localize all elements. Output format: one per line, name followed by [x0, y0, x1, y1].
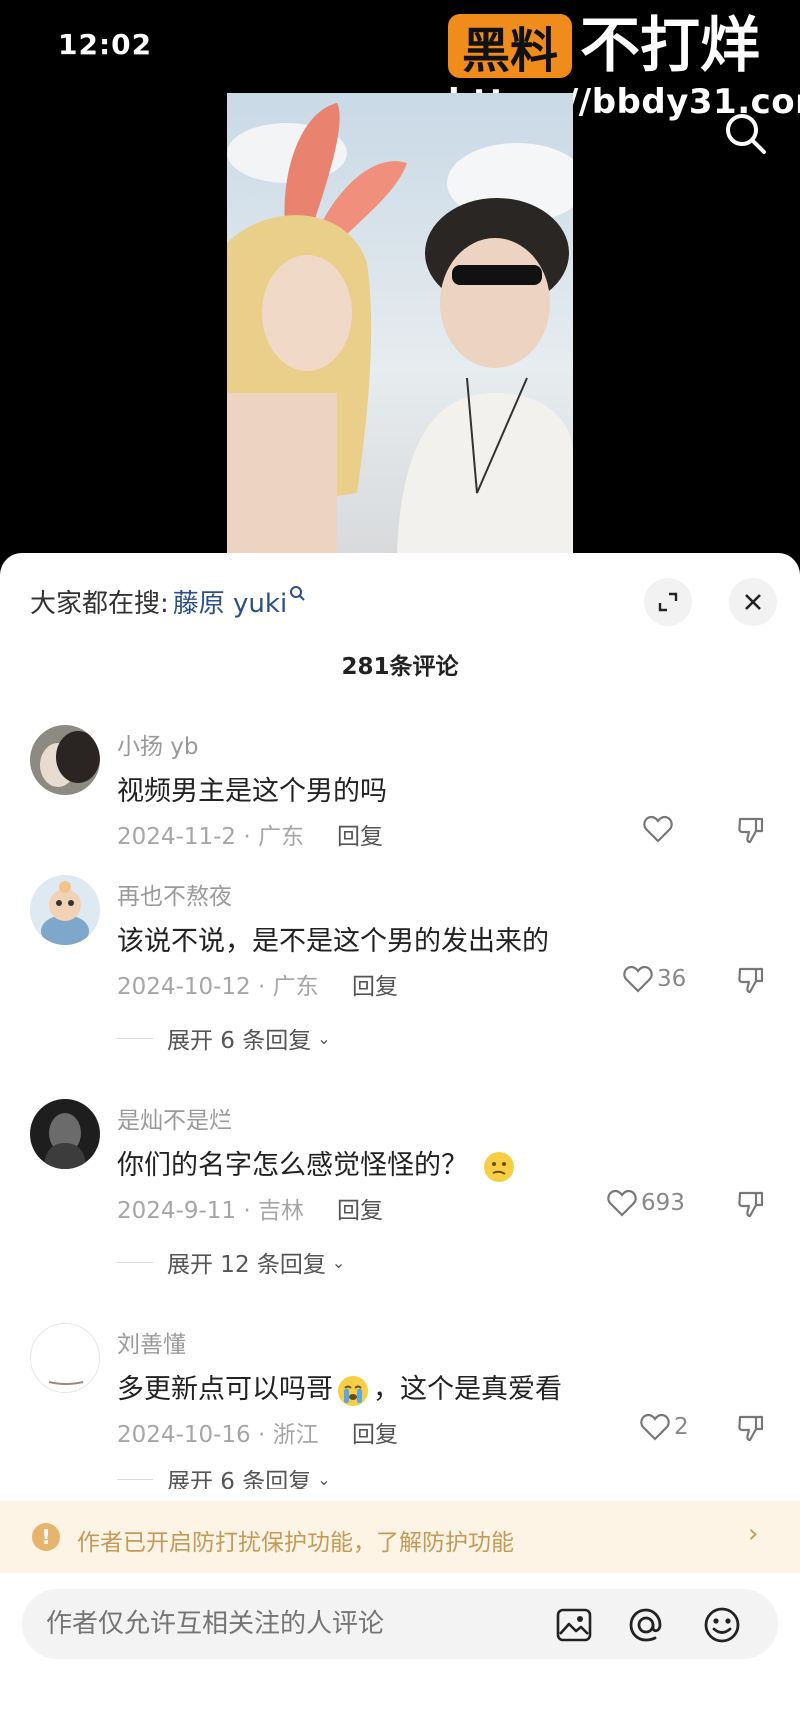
- notice-text: 作者已开启防打扰保护功能，了解防护功能: [77, 1530, 514, 1556]
- chevron-down-icon: ⌄: [317, 1028, 331, 1048]
- hot-search[interactable]: 大家都在搜: 藤原 yuki: [30, 583, 305, 620]
- expand-replies-button[interactable]: 展开 6 条回复 ⌄: [117, 1021, 331, 1055]
- info-icon: !: [32, 1523, 60, 1551]
- divider-line: [117, 1037, 153, 1039]
- reply-button[interactable]: 回复: [337, 817, 383, 851]
- expand-replies-label: 展开 12 条回复: [167, 1252, 326, 1278]
- avatar[interactable]: [30, 1099, 100, 1169]
- mention-icon[interactable]: [624, 1603, 668, 1647]
- comment-composer[interactable]: [22, 1589, 778, 1659]
- reply-button[interactable]: 回复: [337, 1191, 383, 1225]
- search-small-icon: [289, 582, 305, 606]
- search-icon[interactable]: [722, 110, 770, 158]
- like-count: 36: [657, 966, 687, 992]
- expand-replies-label: 展开 6 条回复: [167, 1469, 312, 1489]
- comment-meta: 2024-10-12 · 广东: [117, 974, 319, 1000]
- comment-username[interactable]: 是灿不是烂: [117, 1101, 232, 1135]
- comment-text: 该说不说，是不是这个男的发出来的: [117, 926, 549, 957]
- like-button[interactable]: 2: [640, 1413, 689, 1441]
- heart-icon: [640, 1413, 670, 1441]
- comment-count: 281条评论: [341, 654, 459, 680]
- confused-emoji-icon: [483, 1151, 515, 1183]
- like-count: 2: [674, 1414, 689, 1440]
- chevron-down-icon: ⌄: [317, 1469, 331, 1489]
- avatar[interactable]: [30, 1323, 100, 1393]
- thumbs-down-icon: [738, 1191, 764, 1218]
- close-button[interactable]: [729, 578, 777, 626]
- watermark-badge: 黑料: [448, 14, 572, 79]
- heart-icon: [607, 1189, 637, 1217]
- hot-search-term[interactable]: 藤原 yuki: [173, 583, 287, 620]
- expand-replies-button[interactable]: 展开 12 条回复 ⌄: [117, 1245, 345, 1279]
- watermark-title: 不打烊: [580, 11, 760, 81]
- heart-icon: [623, 965, 653, 993]
- protection-notice[interactable]: ! 作者已开启防打扰保护功能，了解防护功能 ›: [0, 1501, 800, 1573]
- avatar[interactable]: [30, 875, 100, 945]
- expand-replies-label: 展开 6 条回复: [167, 1028, 312, 1054]
- emoji-icon[interactable]: [700, 1603, 744, 1647]
- comment-text-body: 你们的名字怎么感觉怪怪的？: [117, 1150, 468, 1181]
- dislike-button[interactable]: [736, 1189, 766, 1223]
- like-button[interactable]: 693: [607, 1189, 685, 1217]
- comment-username[interactable]: 再也不熬夜: [117, 877, 232, 911]
- comments-sheet: 大家都在搜: 藤原 yuki 281条评论 小扬 yb 视频男主是这个男的吗 2…: [0, 553, 800, 1733]
- thumbs-down-icon: [738, 967, 764, 994]
- comment-text: 你们的名字怎么感觉怪怪的？: [117, 1143, 515, 1183]
- comment-text: 视频男主是这个男的吗: [117, 776, 387, 807]
- divider-line: [117, 1261, 153, 1263]
- like-button[interactable]: 36: [623, 965, 686, 993]
- status-time: 12:02: [58, 28, 153, 61]
- comment-meta: 2024-10-16 · 浙江: [117, 1422, 319, 1448]
- expand-sheet-button[interactable]: [644, 578, 692, 626]
- thumbs-down-icon: [738, 1415, 764, 1442]
- like-button[interactable]: [643, 815, 677, 843]
- expand-replies-button[interactable]: 展开 6 条回复 ⌄: [117, 1469, 331, 1489]
- expand-icon: [658, 592, 678, 612]
- divider-line: [117, 1478, 153, 1480]
- comment-text-part: 多更新点可以吗哥: [117, 1374, 333, 1405]
- chevron-down-icon: ⌄: [331, 1252, 346, 1272]
- thumbs-down-icon: [738, 817, 764, 844]
- avatar[interactable]: [30, 725, 100, 795]
- chevron-right-icon: ›: [748, 1519, 759, 1549]
- hot-search-prefix: 大家都在搜:: [30, 589, 169, 619]
- comment-text: 多更新点可以吗哥 ，这个是真爱看: [117, 1367, 562, 1407]
- comment-username[interactable]: 小扬 yb: [117, 727, 199, 761]
- comment-text-part: ，这个是真爱看: [373, 1374, 562, 1405]
- dislike-button[interactable]: [736, 815, 766, 849]
- dislike-button[interactable]: [736, 965, 766, 999]
- comment-meta: 2024-9-11 · 吉林: [117, 1198, 304, 1224]
- reply-button[interactable]: 回复: [352, 967, 398, 1001]
- like-count: 693: [641, 1190, 685, 1216]
- comment-username[interactable]: 刘善懂: [117, 1325, 186, 1359]
- crying-emoji-icon: [337, 1375, 369, 1407]
- comment-input[interactable]: [46, 1609, 446, 1639]
- comment-meta: 2024-11-2 · 广东: [117, 824, 304, 850]
- dislike-button[interactable]: [736, 1413, 766, 1447]
- image-icon[interactable]: [552, 1603, 596, 1647]
- close-icon: [745, 594, 761, 610]
- heart-icon: [643, 815, 673, 843]
- reply-button[interactable]: 回复: [352, 1415, 398, 1449]
- video-player[interactable]: [227, 93, 573, 553]
